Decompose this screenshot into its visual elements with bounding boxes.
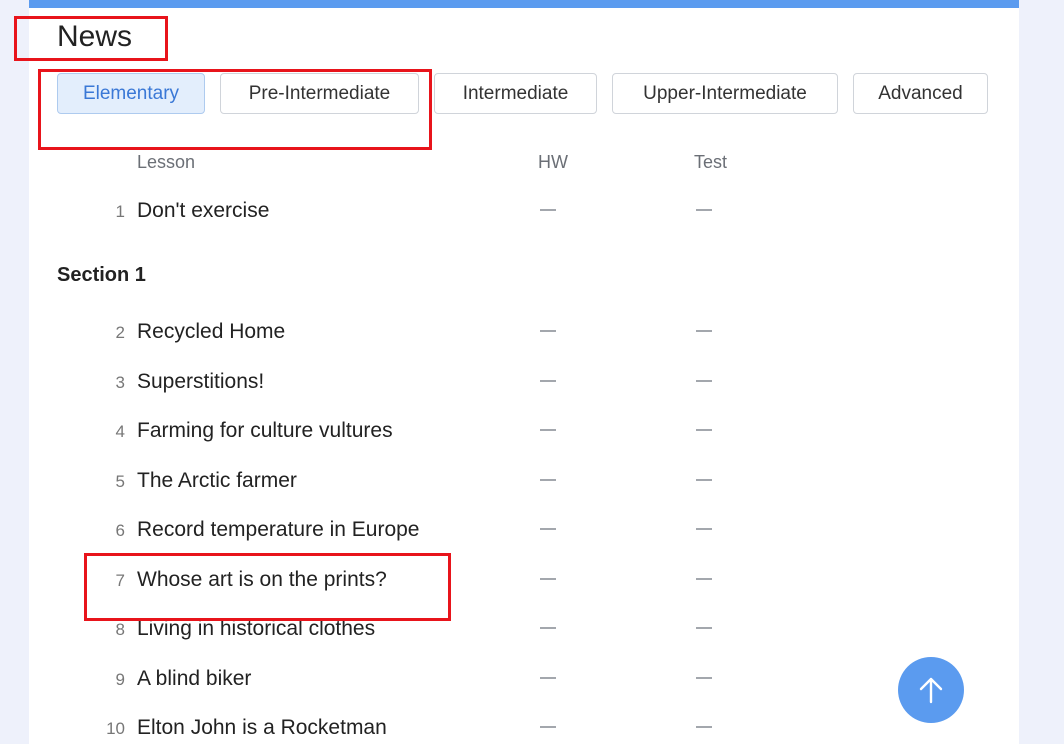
lesson-number: 5: [115, 472, 125, 491]
test-dash-icon: [696, 578, 712, 580]
lesson-title-link[interactable]: Don't exercise: [137, 199, 269, 223]
test-dash-icon: [696, 380, 712, 382]
hw-dash-icon: [540, 479, 556, 481]
test-dash-icon: [696, 528, 712, 530]
lesson-row: 3 Superstitions!: [29, 364, 1019, 400]
tab-advanced[interactable]: Advanced: [853, 73, 988, 114]
tab-intermediate[interactable]: Intermediate: [434, 73, 597, 114]
lesson-number: 9: [115, 670, 125, 689]
test-dash-icon: [696, 479, 712, 481]
hw-dash-icon: [540, 429, 556, 431]
test-dash-icon: [696, 677, 712, 679]
lesson-row: 2 Recycled Home: [29, 314, 1019, 350]
lesson-title-link[interactable]: Recycled Home: [137, 320, 285, 344]
lesson-row: 6 Record temperature in Europe: [29, 512, 1019, 548]
annotation-box-tabs: [38, 69, 432, 150]
hw-dash-icon: [540, 578, 556, 580]
lesson-number: 6: [115, 521, 125, 540]
hw-dash-icon: [540, 380, 556, 382]
annotation-box-lesson-7: [84, 553, 451, 621]
column-header-test: Test: [694, 152, 728, 172]
column-header-hw: HW: [538, 152, 568, 172]
tab-upper-intermediate[interactable]: Upper-Intermediate: [612, 73, 838, 114]
lesson-row: 1 Don't exercise: [29, 193, 1019, 229]
annotation-box-title: [14, 16, 168, 61]
lesson-title-link[interactable]: Record temperature in Europe: [137, 518, 420, 542]
lesson-number: 8: [115, 620, 125, 639]
section-title: Section 1: [57, 264, 146, 286]
lesson-number: 1: [115, 202, 125, 221]
lesson-title-link[interactable]: Elton John is a Rocketman: [137, 716, 387, 740]
top-accent-bar: [29, 0, 1019, 8]
hw-dash-icon: [540, 677, 556, 679]
lesson-title-link[interactable]: The Arctic farmer: [137, 469, 297, 493]
scroll-to-top-button[interactable]: [898, 657, 964, 723]
lesson-number: 2: [115, 323, 125, 342]
hw-dash-icon: [540, 330, 556, 332]
hw-dash-icon: [540, 627, 556, 629]
lesson-title-link[interactable]: Superstitions!: [137, 370, 264, 394]
lesson-title-link[interactable]: Farming for culture vultures: [137, 419, 393, 443]
test-dash-icon: [696, 330, 712, 332]
test-dash-icon: [696, 429, 712, 431]
lesson-row: 5 The Arctic farmer: [29, 463, 1019, 499]
lesson-row: 4 Farming for culture vultures: [29, 413, 1019, 449]
test-dash-icon: [696, 726, 712, 728]
column-header-lesson: Lesson: [137, 152, 196, 172]
lesson-number: 3: [115, 373, 125, 392]
lesson-title-link[interactable]: A blind biker: [137, 667, 251, 691]
hw-dash-icon: [540, 726, 556, 728]
test-dash-icon: [696, 627, 712, 629]
lesson-number: 4: [115, 422, 125, 441]
lesson-number: 10: [106, 719, 125, 738]
hw-dash-icon: [540, 209, 556, 211]
hw-dash-icon: [540, 528, 556, 530]
test-dash-icon: [696, 209, 712, 211]
lesson-row: 10 Elton John is a Rocketman: [29, 710, 1019, 744]
arrow-up-icon: [919, 677, 943, 704]
lesson-row: 9 A blind biker: [29, 661, 1019, 697]
